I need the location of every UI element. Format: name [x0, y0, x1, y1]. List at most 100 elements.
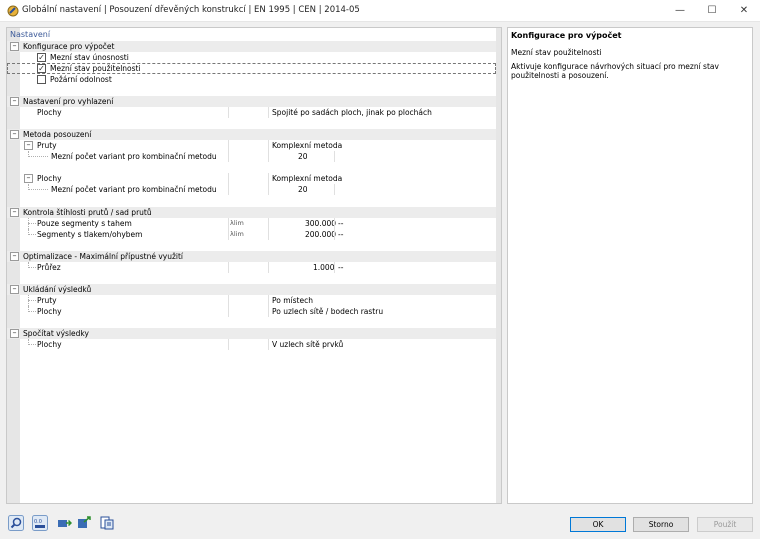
check-row[interactable]: Požární odolnost — [7, 74, 496, 85]
row-label: Plochy — [37, 307, 62, 316]
column-divider — [228, 295, 229, 306]
column-divider — [334, 184, 335, 195]
table-row[interactable]: Segmenty s tlakem/ohybem λlim 200.000 -- — [7, 229, 496, 240]
row-label: Pouze segmenty s tahem — [37, 219, 132, 228]
svg-text:0.0: 0.0 — [34, 519, 42, 525]
row-value[interactable]: Po místech — [272, 296, 313, 305]
title-bar: Globální nastavení | Posouzení dřevěných… — [0, 0, 760, 22]
table-row[interactable]: Pouze segmenty s tahem λlim 300.000 -- — [7, 218, 496, 229]
table-row[interactable]: Mezní počet variant pro kombinační metod… — [7, 151, 496, 162]
section-title: Nastavení pro vyhlazení — [23, 97, 114, 106]
collapse-icon[interactable]: – — [10, 42, 19, 51]
row-value[interactable]: Po uzlech sítě / bodech rastru — [272, 307, 383, 316]
column-divider — [228, 151, 229, 162]
check-row[interactable]: ✓ Mezní stav použitelnosti — [7, 63, 496, 74]
row-value[interactable]: Spojité po sadách ploch, jinak po plochá… — [272, 108, 432, 117]
info-description: Aktivuje konfigurace návrhových situací … — [511, 62, 719, 80]
maximize-icon[interactable]: ☐ — [696, 0, 728, 22]
collapse-icon[interactable]: – — [10, 130, 19, 139]
import-icon[interactable] — [56, 515, 72, 531]
column-divider — [228, 184, 229, 195]
column-divider — [268, 173, 269, 184]
table-row[interactable]: Plochy Spojité po sadách ploch, jinak po… — [7, 107, 496, 118]
column-divider — [334, 218, 335, 229]
column-divider — [268, 262, 269, 273]
section-metoda[interactable]: – Metoda posouzení — [7, 129, 496, 140]
column-divider — [268, 184, 269, 195]
section-kontrola-stihlosti[interactable]: – Kontrola štíhlosti prutů / sad prutů — [7, 207, 496, 218]
collapse-icon[interactable]: – — [24, 141, 33, 150]
row-label: Mezní počet variant pro kombinační metod… — [51, 152, 217, 161]
row-value[interactable]: 200.000 — [305, 230, 336, 239]
table-row[interactable]: Průřez 1.000 -- — [7, 262, 496, 273]
check-label: Požární odolnost — [50, 75, 112, 84]
row-label: Průřez — [37, 263, 61, 272]
column-divider — [268, 151, 269, 162]
section-konfigurace[interactable]: – Konfigurace pro výpočet — [7, 41, 496, 52]
table-row[interactable]: – Plochy Komplexní metoda — [7, 173, 496, 184]
section-ukladani[interactable]: – Ukládání výsledků — [7, 284, 496, 295]
checkbox-pozarni-odolnost[interactable] — [37, 75, 46, 84]
row-label: Plochy — [37, 108, 62, 117]
column-divider — [268, 107, 269, 118]
collapse-icon[interactable]: – — [10, 97, 19, 106]
row-unit: -- — [338, 230, 344, 239]
row-value[interactable]: Komplexní metoda — [272, 141, 342, 150]
table-row[interactable]: Pruty Po místech — [7, 295, 496, 306]
row-value[interactable]: 20 — [298, 152, 308, 161]
column-divider — [334, 229, 335, 240]
check-row[interactable]: ✓ Mezní stav únosnosti — [7, 52, 496, 63]
row-value[interactable]: 20 — [298, 185, 308, 194]
symbol-lambda-lim: λlim — [230, 230, 244, 238]
section-title: Metoda posouzení — [23, 130, 92, 139]
cancel-button[interactable]: Storno — [633, 517, 689, 532]
checkbox-mezni-stav-pouzitelnosti[interactable]: ✓ — [37, 64, 46, 73]
column-divider — [268, 229, 269, 240]
info-title: Konfigurace pro výpočet — [511, 31, 622, 40]
section-vyhlazeni[interactable]: – Nastavení pro vyhlazení — [7, 96, 496, 107]
export-icon[interactable] — [76, 515, 92, 531]
apply-button[interactable]: Použít — [697, 517, 753, 532]
units-icon[interactable]: 0.0 — [32, 515, 48, 531]
row-value[interactable]: 1.000 — [313, 263, 334, 272]
collapse-icon[interactable]: – — [10, 208, 19, 217]
close-icon[interactable]: ✕ — [728, 0, 760, 22]
search-icon[interactable] — [8, 515, 24, 531]
tree-branch — [28, 344, 36, 345]
row-label: Segmenty s tlakem/ohybem — [37, 230, 143, 239]
row-label: Mezní počet variant pro kombinační metod… — [51, 185, 217, 194]
row-value[interactable]: 300.000 — [305, 219, 336, 228]
column-divider — [228, 140, 229, 151]
row-label: Pruty — [37, 141, 57, 150]
section-optimalizace[interactable]: – Optimalizace - Maximální přípustné vyu… — [7, 251, 496, 262]
collapse-icon[interactable]: – — [10, 329, 19, 338]
column-divider — [228, 262, 229, 273]
section-spocitat[interactable]: – Spočítat výsledky — [7, 328, 496, 339]
window-title: Globální nastavení | Posouzení dřevěných… — [22, 5, 360, 15]
column-divider — [228, 218, 229, 229]
column-divider — [268, 218, 269, 229]
collapse-icon[interactable]: – — [10, 285, 19, 294]
settings-header: Nastavení — [10, 30, 51, 39]
tree-branch — [28, 234, 36, 235]
section-title: Optimalizace - Maximální přípustné využi… — [23, 252, 184, 261]
defaults-icon[interactable] — [99, 515, 115, 531]
row-value[interactable]: V uzlech sítě prvků — [272, 340, 343, 349]
ok-button[interactable]: OK — [570, 517, 626, 532]
table-row[interactable]: Plochy Po uzlech sítě / bodech rastru — [7, 306, 496, 317]
symbol-lambda-lim: λlim — [230, 219, 244, 227]
table-row[interactable]: – Pruty Komplexní metoda — [7, 140, 496, 151]
row-value[interactable]: Komplexní metoda — [272, 174, 342, 183]
minimize-icon[interactable]: — — [664, 0, 696, 22]
column-divider — [228, 306, 229, 317]
table-row[interactable]: Plochy V uzlech sítě prvků — [7, 339, 496, 350]
check-label: Mezní stav únosnosti — [50, 53, 129, 62]
checkbox-mezni-stav-unosnosti[interactable]: ✓ — [37, 53, 46, 62]
tree-branch — [28, 156, 48, 157]
collapse-icon[interactable]: – — [10, 252, 19, 261]
info-subtitle: Mezní stav použitelnosti — [511, 48, 602, 57]
column-divider — [334, 262, 335, 273]
collapse-icon[interactable]: – — [24, 174, 33, 183]
column-divider — [268, 339, 269, 350]
table-row[interactable]: Mezní počet variant pro kombinační metod… — [7, 184, 496, 195]
